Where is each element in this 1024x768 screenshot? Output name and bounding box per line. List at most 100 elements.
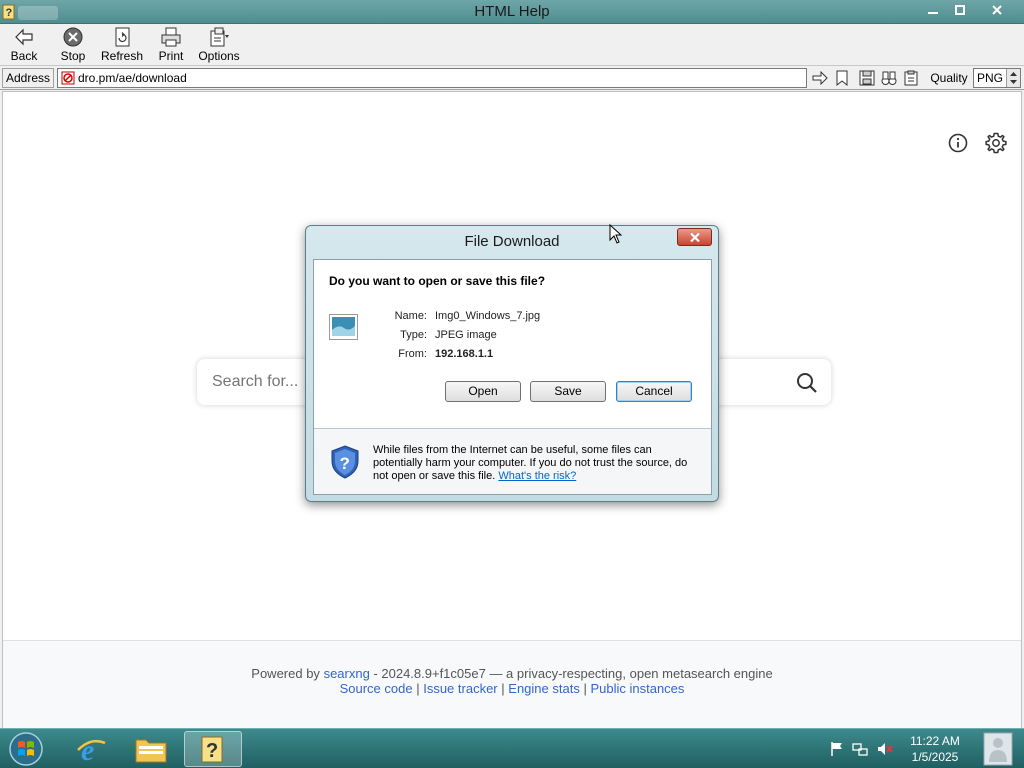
address-label: Address bbox=[2, 68, 54, 88]
open-button[interactable]: Open bbox=[445, 381, 521, 402]
internet-explorer-icon: e bbox=[77, 734, 106, 765]
go-arrow-icon bbox=[812, 71, 828, 85]
save-page-button[interactable] bbox=[858, 69, 876, 87]
gear-icon[interactable] bbox=[984, 131, 1008, 155]
minimize-icon bbox=[927, 12, 938, 14]
svg-text:e: e bbox=[81, 734, 94, 765]
windows-logo-icon bbox=[9, 732, 43, 766]
name-label: Name: bbox=[394, 310, 427, 322]
back-label: Back bbox=[10, 49, 38, 63]
options-icon bbox=[210, 27, 229, 47]
footer-separator: | bbox=[416, 681, 420, 696]
footer-separator: | bbox=[583, 681, 587, 696]
footer-links: Source code | Issue tracker | Engine sta… bbox=[3, 681, 1021, 696]
taskbar-file-explorer[interactable] bbox=[122, 731, 180, 767]
clipboard-icon bbox=[904, 70, 918, 86]
options-button[interactable]: Options bbox=[198, 26, 240, 64]
refresh-label: Refresh bbox=[100, 49, 144, 63]
info-icon[interactable] bbox=[947, 132, 969, 154]
cancel-button[interactable]: Cancel bbox=[616, 381, 692, 402]
mouse-cursor-icon bbox=[609, 224, 623, 244]
toolbar: Back Stop Refresh Print Options bbox=[0, 24, 1024, 66]
footer-separator: | bbox=[501, 681, 505, 696]
svg-text:?: ? bbox=[206, 740, 218, 762]
clock-time: 11:22 AM bbox=[910, 734, 960, 748]
find-button[interactable] bbox=[880, 69, 898, 87]
speaker-muted-icon[interactable] bbox=[877, 741, 893, 757]
page-footer: Powered by searxng - 2024.8.9+f1c05e7 — … bbox=[3, 640, 1021, 728]
bookmark-button[interactable] bbox=[833, 69, 851, 87]
clipboard-button[interactable] bbox=[902, 69, 920, 87]
refresh-icon bbox=[115, 27, 130, 47]
close-icon bbox=[991, 5, 1002, 15]
public-instances-link[interactable]: Public instances bbox=[590, 681, 684, 696]
searxng-link[interactable]: searxng bbox=[324, 666, 370, 681]
spinner-arrows-icon bbox=[1010, 72, 1017, 84]
source-code-link[interactable]: Source code bbox=[340, 681, 413, 696]
security-shield-icon: ? bbox=[331, 445, 359, 479]
taskbar-clock[interactable]: 11:22 AM 1/5/2025 bbox=[898, 733, 972, 765]
address-url: dro.pm/ae/download bbox=[78, 71, 187, 85]
issue-tracker-link[interactable]: Issue tracker bbox=[423, 681, 497, 696]
file-source-value: 192.168.1.1 bbox=[435, 348, 494, 360]
start-button[interactable] bbox=[6, 731, 46, 767]
file-type-value: JPEG image bbox=[435, 329, 497, 341]
clock-date: 1/5/2025 bbox=[911, 750, 959, 764]
user-avatar-icon bbox=[983, 732, 1013, 766]
footer-tagline: - 2024.8.9+f1c05e7 — a privacy-respectin… bbox=[373, 666, 773, 681]
warning-message: While files from the Internet can be use… bbox=[373, 444, 703, 483]
quality-spinner[interactable] bbox=[1006, 69, 1020, 87]
footer-powered-line: Powered by searxng - 2024.8.9+f1c05e7 — … bbox=[3, 666, 1021, 681]
action-center-flag-icon[interactable] bbox=[829, 741, 845, 757]
maximize-button[interactable] bbox=[946, 0, 973, 20]
footer-powered-by: Powered by bbox=[251, 666, 320, 681]
window-title: HTML Help bbox=[474, 3, 550, 20]
type-label: Type: bbox=[400, 329, 427, 341]
address-bar: Address dro.pm/ae/download Quality PNG bbox=[0, 66, 1024, 90]
taskbar-html-help[interactable]: ? bbox=[184, 731, 242, 767]
help-app-icon: ? bbox=[201, 736, 223, 763]
user-avatar-button[interactable] bbox=[974, 731, 1022, 767]
dialog-question: Do you want to open or save this file? bbox=[329, 274, 546, 288]
stop-label: Stop bbox=[60, 49, 86, 63]
engine-stats-link[interactable]: Engine stats bbox=[508, 681, 580, 696]
search-icon[interactable] bbox=[795, 371, 819, 395]
dialog-body: Do you want to open or save this file? N… bbox=[313, 259, 712, 495]
quality-value: PNG bbox=[977, 71, 1004, 85]
network-icon[interactable] bbox=[852, 741, 868, 757]
close-icon bbox=[689, 232, 700, 242]
bookmark-icon bbox=[836, 70, 848, 86]
quality-label: Quality bbox=[930, 71, 968, 85]
printer-icon bbox=[161, 27, 181, 47]
dialog-title: File Download bbox=[464, 233, 560, 250]
go-button[interactable] bbox=[811, 69, 829, 87]
save-button[interactable]: Save bbox=[530, 381, 606, 402]
taskbar-internet-explorer[interactable]: e bbox=[62, 731, 120, 767]
save-page-icon bbox=[859, 70, 875, 86]
file-download-dialog: File Download Do you want to open or sav… bbox=[305, 225, 719, 502]
refresh-button[interactable]: Refresh bbox=[100, 26, 144, 64]
back-button[interactable]: Back bbox=[8, 26, 40, 64]
svg-text:?: ? bbox=[340, 454, 350, 473]
close-button[interactable] bbox=[973, 0, 1020, 20]
whats-the-risk-link[interactable]: What's the risk? bbox=[498, 470, 576, 482]
folder-icon bbox=[135, 739, 167, 763]
print-button[interactable]: Print bbox=[156, 26, 186, 64]
restore-icon bbox=[954, 5, 965, 15]
stop-icon bbox=[63, 27, 83, 47]
dialog-warning-area: ? While files from the Internet can be u… bbox=[314, 429, 711, 494]
no-entry-icon bbox=[61, 71, 75, 85]
from-label: From: bbox=[398, 348, 427, 360]
print-label: Print bbox=[158, 49, 184, 63]
options-label: Options bbox=[198, 49, 240, 63]
title-bar[interactable]: ? HTML Help bbox=[0, 0, 1024, 24]
binoculars-icon bbox=[881, 71, 897, 85]
quality-select[interactable]: PNG bbox=[973, 68, 1021, 88]
back-arrow-icon bbox=[15, 28, 33, 46]
stop-button[interactable]: Stop bbox=[58, 26, 88, 64]
file-name-value: Img0_Windows_7.jpg bbox=[435, 310, 541, 322]
minimize-button[interactable] bbox=[919, 0, 946, 20]
taskbar: e ? 11:22 AM 1/5/2025 bbox=[0, 728, 1024, 768]
address-input[interactable]: dro.pm/ae/download bbox=[57, 68, 807, 88]
dialog-close-button[interactable] bbox=[677, 228, 712, 246]
